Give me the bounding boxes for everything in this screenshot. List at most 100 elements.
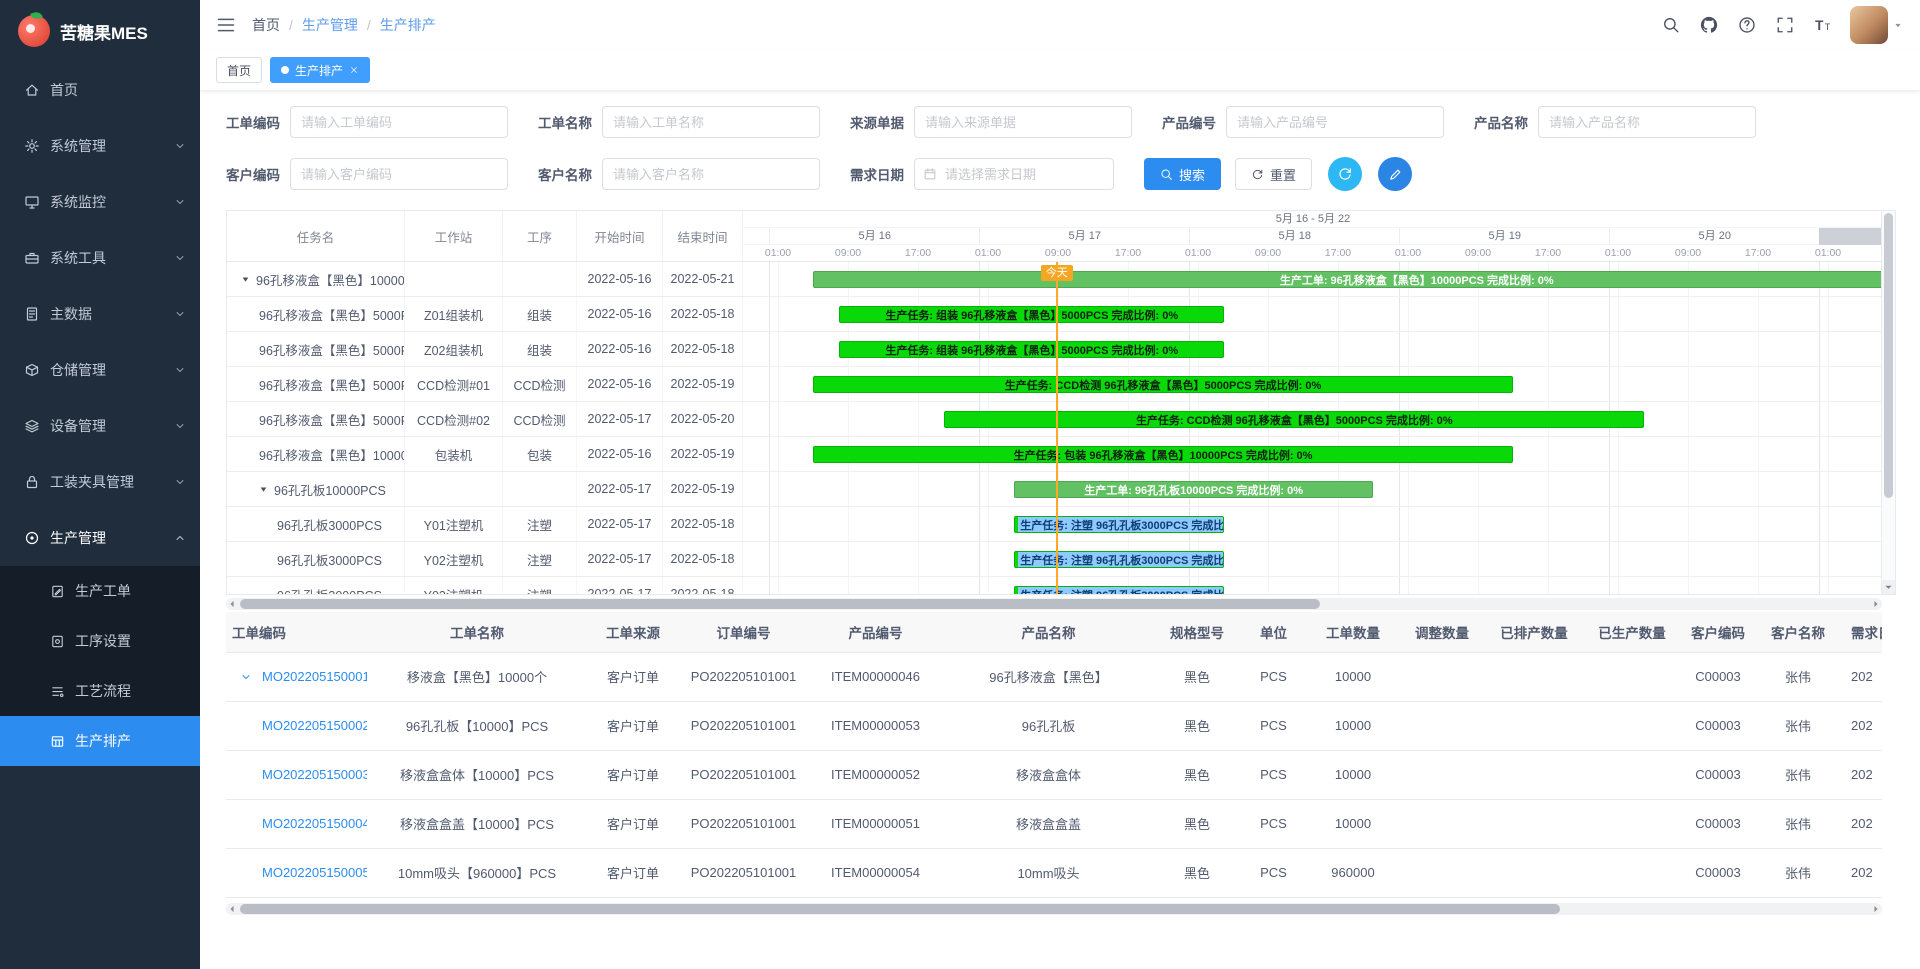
product-code-input[interactable]: [1226, 106, 1444, 138]
orders-horizontal-scrollbar[interactable]: [226, 903, 1882, 915]
scroll-left-icon[interactable]: [226, 903, 238, 915]
gantt-task-row[interactable]: 96孔移液盒【黑色】5000PCSCCD检测#02CCD检测2022-05-17…: [227, 402, 742, 437]
search-button[interactable]: 搜索: [1144, 158, 1221, 190]
reset-button[interactable]: 重置: [1235, 158, 1312, 190]
orders-horizontal-scrollbar-thumb[interactable]: [240, 904, 1560, 914]
breadcrumb-item[interactable]: 生产管理: [302, 15, 358, 35]
sidebar-item-process-flow[interactable]: 工艺流程: [0, 666, 200, 716]
gantt-task-bar[interactable]: 生产任务: CCD检测 96孔移液盒【黑色】5000PCS 完成比例: 0%: [944, 411, 1644, 428]
gantt-task-bar[interactable]: 生产任务: 注塑 96孔孔板3000PCS 完成比例: 0%: [1014, 551, 1224, 568]
gantt-hour-label: 17:00: [1528, 245, 1568, 261]
gantt-gridline: [1828, 262, 1829, 594]
filter-label: 产品名称: [1474, 112, 1528, 132]
sidebar-item-production-schedule[interactable]: 生产排产: [0, 716, 200, 766]
sidebar-item-process-setting[interactable]: 工序设置: [0, 616, 200, 666]
filter-label: 客户编码: [226, 164, 280, 184]
menu-toggle-icon[interactable]: [216, 15, 236, 35]
chevron-down-icon: [174, 140, 186, 152]
sidebar-item-fixture-mgmt[interactable]: 工装夹具管理: [0, 454, 200, 510]
table-cell: ITEM00000051: [808, 799, 943, 848]
sidebar-item-label: 系统管理: [50, 136, 106, 156]
sidebar-item-system-monitor[interactable]: 系统监控: [0, 174, 200, 230]
tab-home[interactable]: 首页: [216, 57, 262, 83]
search-icon[interactable]: [1662, 16, 1680, 34]
gantt-order-bar[interactable]: 生产工单: 96孔孔板10000PCS 完成比例: 0%: [1014, 481, 1373, 498]
table-cell: C00003: [1681, 799, 1755, 848]
scroll-right-icon[interactable]: [1870, 903, 1882, 915]
triangle-down-icon[interactable]: [259, 485, 268, 494]
task-end-cell: 2022-05-19: [663, 367, 743, 401]
table-cell: 黑色: [1154, 701, 1240, 750]
order-code-link[interactable]: MO202205150004: [262, 816, 367, 831]
close-icon[interactable]: [349, 65, 359, 75]
gantt-task-row[interactable]: 96孔移液盒【黑色】5000PCSZ01组装机组装2022-05-162022-…: [227, 297, 742, 332]
font-size-icon[interactable]: TT: [1814, 16, 1832, 34]
gantt-task-bar[interactable]: 生产任务: 注塑 96孔孔板3000PCS 完成比例: 0%: [1014, 516, 1224, 533]
sidebar-item-production-mgmt[interactable]: 生产管理: [0, 510, 200, 566]
customer-name-input[interactable]: [602, 158, 820, 190]
order-code-link[interactable]: MO202205150001: [262, 669, 367, 684]
table-row[interactable]: MO20220515000296孔孔板【10000】PCS客户订单PO20220…: [226, 701, 1882, 750]
fullscreen-icon[interactable]: [1776, 16, 1794, 34]
gantt-task-row[interactable]: 96孔移液盒【黑色】5000PCSCCD检测#01CCD检测2022-05-16…: [227, 367, 742, 402]
task-station-cell: 包装机: [405, 437, 503, 471]
refresh-button[interactable]: [1328, 157, 1362, 191]
gantt-horizontal-scrollbar-thumb[interactable]: [240, 599, 1320, 609]
order-code-input[interactable]: [290, 106, 508, 138]
scroll-down-icon[interactable]: [1882, 580, 1895, 594]
table-row[interactable]: MO20220515000510mm吸头【960000】PCS客户订单PO202…: [226, 848, 1882, 897]
table-cell: 202: [1841, 701, 1882, 750]
scroll-left-icon[interactable]: [226, 598, 238, 610]
breadcrumb-item[interactable]: 首页: [252, 15, 280, 35]
question-icon[interactable]: [1738, 16, 1756, 34]
table-row[interactable]: MO202205150004移液盒盒盖【10000】PCS客户订单PO20220…: [226, 799, 1882, 848]
order-code-link[interactable]: MO202205150003: [262, 767, 367, 782]
github-icon[interactable]: [1700, 16, 1718, 34]
gantt-task-row[interactable]: 96孔移液盒【黑色】10000PCS2022-05-162022-05-21: [227, 262, 742, 297]
gantt-vertical-scrollbar-thumb[interactable]: [1884, 213, 1893, 498]
demand-date-input[interactable]: [914, 158, 1114, 190]
product-name-input[interactable]: [1538, 106, 1756, 138]
order-name-input[interactable]: [602, 106, 820, 138]
navbar-actions: TT: [1662, 16, 1832, 34]
gantt-task-bar[interactable]: 生产任务: 包装 96孔移液盒【黑色】10000PCS 完成比例: 0%: [813, 446, 1513, 463]
order-code-link[interactable]: MO202205150005: [262, 865, 367, 880]
tab-production-schedule[interactable]: 生产排产: [270, 57, 370, 83]
gantt-task-row[interactable]: 96孔孔板3000PCSY01注塑机注塑2022-05-172022-05-18: [227, 507, 742, 542]
customer-code-input[interactable]: [290, 158, 508, 190]
order-code-link[interactable]: MO202205150002: [262, 718, 367, 733]
gantt-order-bar[interactable]: 生产工单: 96孔移液盒【黑色】10000PCS 完成比例: 0%: [813, 271, 1883, 288]
caret-down-icon[interactable]: [1892, 19, 1904, 31]
table-row[interactable]: MO202205150001移液盒【黑色】10000个客户订单PO2022051…: [226, 652, 1882, 701]
table-cell: 960000: [1307, 848, 1399, 897]
sidebar-item-home[interactable]: 首页: [0, 62, 200, 118]
sidebar-item-label: 首页: [50, 80, 78, 100]
gantt-task-row[interactable]: 96孔移液盒【黑色】5000PCSZ02组装机组装2022-05-162022-…: [227, 332, 742, 367]
sidebar-item-warehouse-mgmt[interactable]: 仓储管理: [0, 342, 200, 398]
sidebar-item-production-order[interactable]: 生产工单: [0, 566, 200, 616]
edit-button[interactable]: [1378, 157, 1412, 191]
gantt-task-bar[interactable]: 生产任务: 组装 96孔移液盒【黑色】5000PCS 完成比例: 0%: [839, 341, 1224, 358]
avatar[interactable]: [1850, 6, 1888, 44]
gantt-vertical-scrollbar[interactable]: [1881, 211, 1895, 594]
row-expand-icon[interactable]: [240, 671, 252, 683]
gantt-task-row[interactable]: 96孔孔板3000PCSY02注塑机注塑2022-05-172022-05-18: [227, 542, 742, 577]
gantt-task-row[interactable]: 96孔孔板3000PCSY03注塑机注塑2022-05-172022-05-18: [227, 577, 742, 595]
sidebar-item-equipment-mgmt[interactable]: 设备管理: [0, 398, 200, 454]
sidebar-item-system-tools[interactable]: 系统工具: [0, 230, 200, 286]
gantt-task-bar[interactable]: 生产任务: 注塑 96孔孔板3000PCS 完成比例: 0%: [1014, 586, 1224, 594]
sidebar-item-system-mgmt[interactable]: 系统管理: [0, 118, 200, 174]
scroll-right-icon[interactable]: [1870, 598, 1882, 610]
sidebar-item-master-data[interactable]: 主数据: [0, 286, 200, 342]
gantt-task-row[interactable]: 96孔移液盒【黑色】10000PCS包装机包装2022-05-162022-05…: [227, 437, 742, 472]
filter-customer-code: 客户编码: [226, 158, 508, 190]
source-doc-input[interactable]: [914, 106, 1132, 138]
triangle-down-icon[interactable]: [241, 275, 250, 284]
table-cell: 10000: [1307, 652, 1399, 701]
gantt-task-bar[interactable]: 生产任务: CCD检测 96孔移液盒【黑色】5000PCS 完成比例: 0%: [813, 376, 1513, 393]
task-station-cell: [405, 262, 503, 296]
gantt-horizontal-scrollbar[interactable]: [226, 598, 1882, 610]
gantt-task-row[interactable]: 96孔孔板10000PCS2022-05-172022-05-19: [227, 472, 742, 507]
gantt-task-bar[interactable]: 生产任务: 组装 96孔移液盒【黑色】5000PCS 完成比例: 0%: [839, 306, 1224, 323]
table-row[interactable]: MO202205150003移液盒盒体【10000】PCS客户订单PO20220…: [226, 750, 1882, 799]
